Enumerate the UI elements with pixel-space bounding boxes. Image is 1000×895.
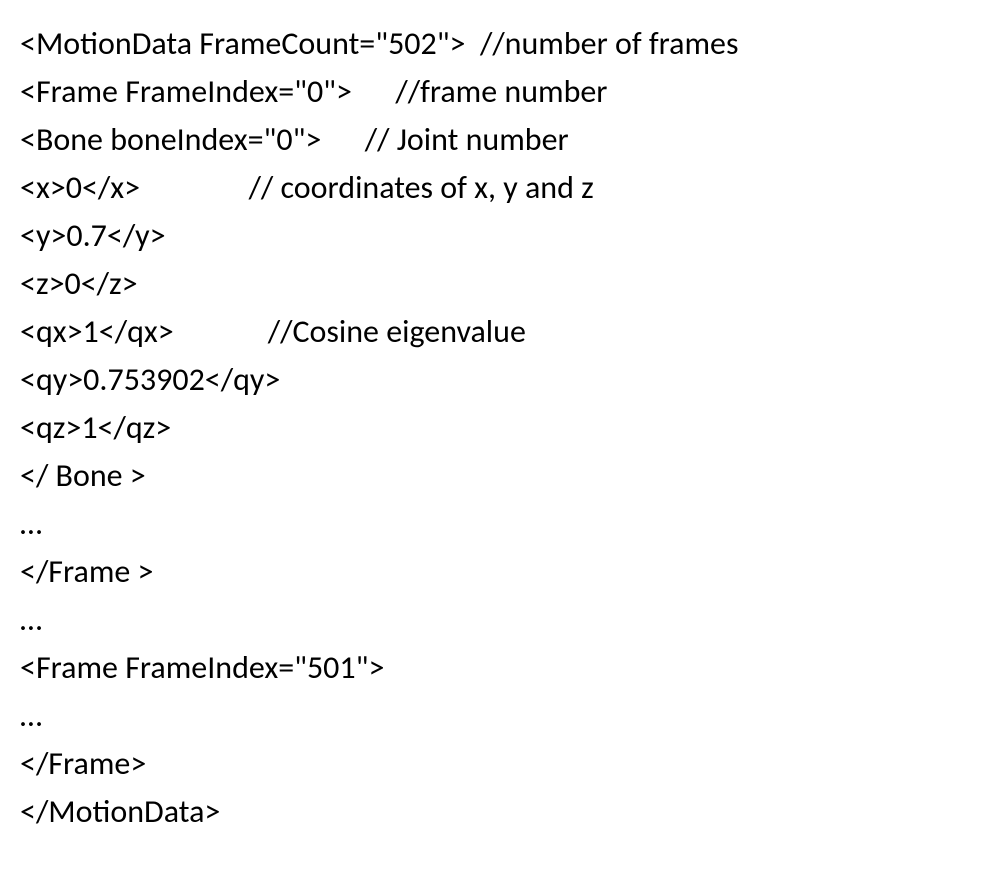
code-line: </Frame> xyxy=(20,740,980,788)
code-line: <MotionData FrameCount="502"> //number o… xyxy=(20,20,980,68)
code-line: <y>0.7</y> xyxy=(20,212,980,260)
code-line: <x>0</x> // coordinates of x, y and z xyxy=(20,164,980,212)
code-line: <Frame FrameIndex="501"> xyxy=(20,644,980,692)
code-line: <qy>0.753902</qy> xyxy=(20,356,980,404)
code-line: … xyxy=(20,596,980,644)
code-line: … xyxy=(20,500,980,548)
code-line: </MotionData> xyxy=(20,788,980,836)
code-line: </ Bone > xyxy=(20,452,980,500)
code-line: <Frame FrameIndex="0"> //frame number xyxy=(20,68,980,116)
code-line: … xyxy=(20,692,980,740)
code-block: <MotionData FrameCount="502"> //number o… xyxy=(20,20,980,836)
code-line: <Bone boneIndex="0"> // Joint number xyxy=(20,116,980,164)
code-line: <qz>1</qz> xyxy=(20,404,980,452)
code-line: <qx>1</qx> //Cosine eigenvalue xyxy=(20,308,980,356)
code-line: <z>0</z> xyxy=(20,260,980,308)
code-line: </Frame > xyxy=(20,548,980,596)
